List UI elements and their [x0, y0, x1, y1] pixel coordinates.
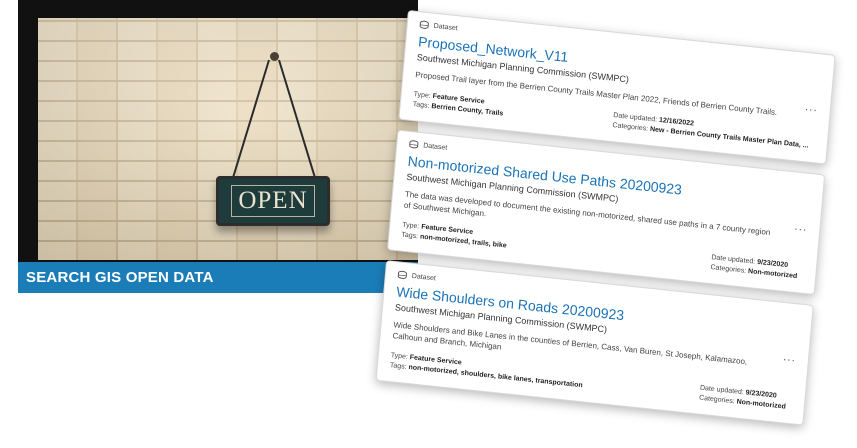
database-icon: [419, 20, 430, 30]
result-type-label: Dataset: [411, 272, 437, 282]
hero-banner[interactable]: OPEN SEARCH GIS OPEN DATA: [18, 0, 418, 293]
result-type-label: Dataset: [433, 22, 459, 32]
tags-key: Tags:: [389, 362, 407, 371]
search-results-list: Dataset Proposed_Network_V11 Southwest M…: [375, 10, 836, 436]
result-type-label: Dataset: [422, 141, 448, 152]
categories-key: Categories:: [710, 264, 747, 275]
tags-key: Tags:: [401, 231, 419, 241]
type-key: Type:: [390, 352, 409, 361]
brick-wall-photo: OPEN: [38, 18, 418, 260]
more-options-button[interactable]: ...: [783, 349, 797, 364]
type-key: Type:: [401, 221, 420, 231]
more-options-button[interactable]: ...: [804, 99, 818, 114]
open-sign-text: OPEN: [231, 185, 315, 217]
categories-key: Categories:: [698, 394, 736, 406]
categories-key: Categories:: [612, 122, 649, 133]
banner-caption-bar[interactable]: SEARCH GIS OPEN DATA: [18, 262, 418, 293]
database-icon: [408, 139, 419, 149]
open-sign: OPEN: [216, 176, 330, 226]
banner-title[interactable]: SEARCH GIS OPEN DATA: [18, 269, 214, 286]
type-key: Type:: [413, 91, 431, 100]
more-options-button[interactable]: ...: [794, 219, 808, 234]
tags-key: Tags:: [412, 101, 430, 110]
database-icon: [397, 270, 408, 280]
